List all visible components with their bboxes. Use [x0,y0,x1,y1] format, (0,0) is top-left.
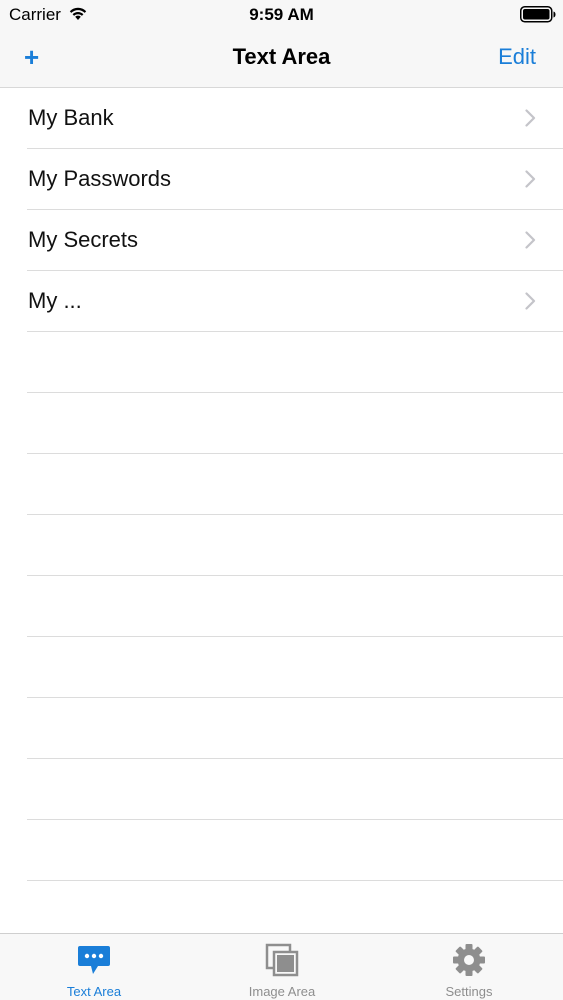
list-item[interactable]: My Passwords [0,149,563,210]
empty-row [0,454,563,515]
tab-text-area[interactable]: Text Area [0,934,188,1000]
empty-row [0,515,563,576]
page-title: Text Area [232,44,331,69]
list-item-label: My Secrets [28,227,139,252]
empty-row [0,698,563,759]
empty-row [0,393,563,454]
list-item[interactable]: My Secrets [0,210,563,271]
empty-row [0,820,563,881]
chevron-right-icon [525,109,536,127]
item-list: My Bank My Passwords My Secrets My ... [0,88,563,881]
list-item-label: My ... [28,288,82,313]
chevron-right-icon [525,170,536,188]
list-item[interactable]: My Bank [0,88,563,149]
navigation-bar: + Text Area Edit [0,30,563,88]
battery-icon [520,6,556,23]
empty-row [0,332,563,393]
list-item[interactable]: My ... [0,271,563,332]
empty-row [0,759,563,820]
chat-bubble-icon [78,946,110,974]
empty-row [0,576,563,637]
tab-bar: Text Area Image Area Settings [0,933,563,1000]
chevron-right-icon [525,231,536,249]
edit-button[interactable]: Edit [498,43,536,71]
status-bar: Carrier 9:59 AM [0,0,563,30]
images-icon [265,943,299,977]
list-item-label: My Passwords [28,166,172,191]
tab-image-area[interactable]: Image Area [188,934,376,1000]
gear-icon [453,944,485,976]
tab-settings[interactable]: Settings [375,934,563,1000]
list-item-label: My Bank [28,105,114,130]
empty-row [0,637,563,698]
tab-label: Image Area [248,984,316,999]
chevron-right-icon [525,292,536,310]
tab-label: Text Area [66,984,122,999]
clock: 9:59 AM [249,5,314,24]
tab-label: Settings [445,984,493,999]
screen: Carrier 9:59 AM + Text Area Edit My Bank… [0,0,563,1000]
